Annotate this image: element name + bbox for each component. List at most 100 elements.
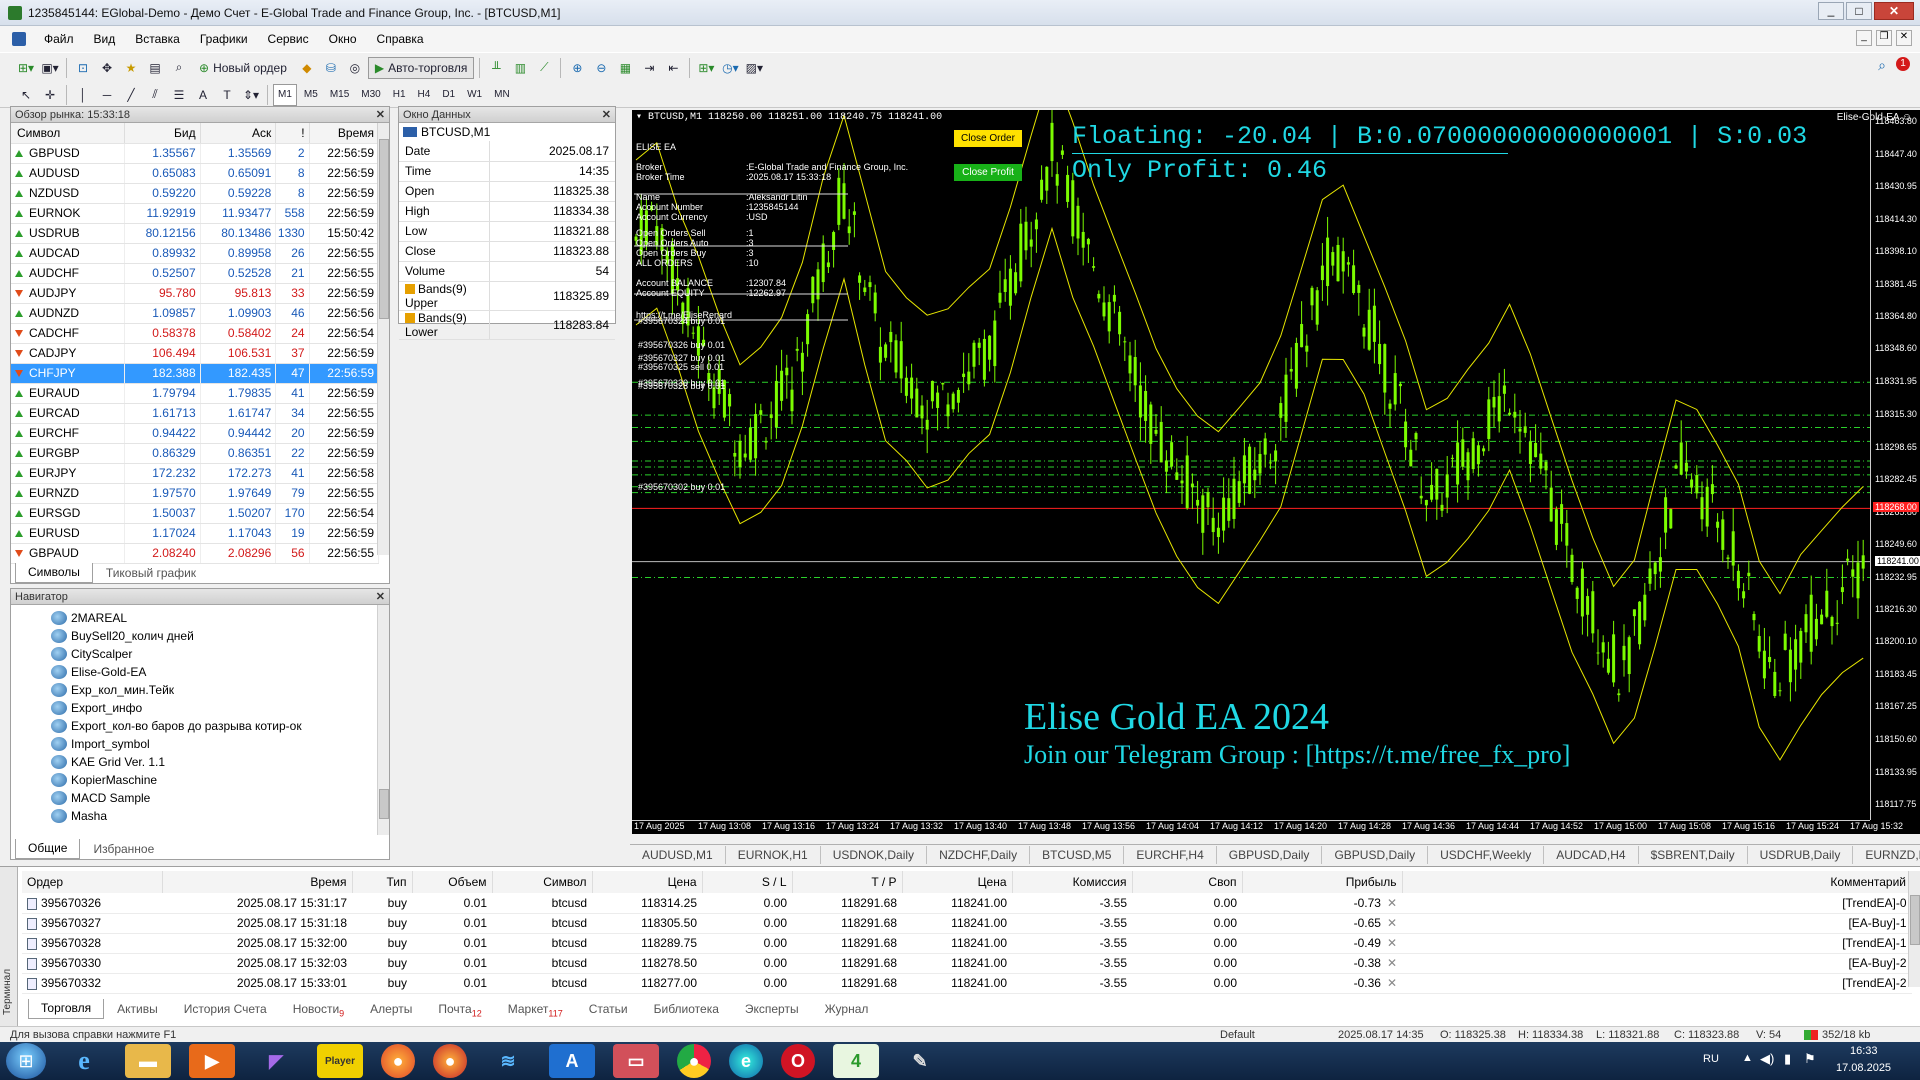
signals-icon[interactable]: ◎ bbox=[344, 57, 366, 79]
edge-icon[interactable]: e bbox=[729, 1044, 763, 1078]
terminal-tab[interactable]: Эксперты bbox=[732, 999, 812, 1019]
terminal-tab[interactable]: Почта12 bbox=[425, 999, 494, 1019]
terminal-icon[interactable]: ▤ bbox=[144, 57, 166, 79]
market-watch-row[interactable]: EURNZD 1.97570 1.97649 79 22:56:55 bbox=[11, 483, 380, 504]
market-watch-row[interactable]: EURCAD 1.61713 1.61747 34 22:56:55 bbox=[11, 403, 380, 424]
media-icon[interactable]: ▭ bbox=[613, 1044, 659, 1078]
tab-favorites[interactable]: Избранное bbox=[80, 839, 167, 859]
trade-col-header[interactable]: Ордер bbox=[22, 871, 163, 893]
market-watch-row[interactable]: USDRUB 80.12156 80.13486 1330 15:50:42 bbox=[11, 223, 380, 244]
trade-col-header[interactable]: Комиссия bbox=[1012, 871, 1133, 893]
terminal-tab[interactable]: Торговля bbox=[28, 999, 105, 1019]
trade-col-header[interactable]: Комментарий bbox=[1402, 871, 1912, 893]
time-axis[interactable]: 17 Aug 2025 17 Aug 13:08 17 Aug 13:16 17 Au… bbox=[632, 820, 1903, 834]
tester-icon[interactable]: ⌕ bbox=[168, 57, 190, 79]
tray-arrow-icon[interactable]: ▲ bbox=[1742, 1052, 1753, 1064]
navigator-item[interactable]: Masha1NTS bbox=[11, 825, 389, 827]
new-chart-icon[interactable]: ⊞▾ bbox=[15, 57, 37, 79]
nav-scrollbar[interactable] bbox=[377, 605, 389, 835]
col-bid[interactable]: Бид bbox=[124, 123, 201, 144]
volume-icon[interactable]: ◀) bbox=[1760, 1051, 1774, 1067]
terminal-tab[interactable]: Маркет117 bbox=[495, 999, 576, 1019]
trade-row[interactable]: 395670327 2025.08.17 15:31:18 buy 0.01 btcus… bbox=[22, 913, 1912, 934]
market-watch-row[interactable]: EURCHF 0.94422 0.94442 20 22:56:59 bbox=[11, 423, 380, 444]
periods-icon[interactable]: ◷▾ bbox=[719, 57, 741, 79]
close-icon[interactable]: ✕ bbox=[376, 589, 385, 605]
chart-tab[interactable]: GBPUSD,Daily bbox=[1322, 845, 1429, 864]
market-watch-row[interactable]: AUDCAD 0.89932 0.89958 26 22:56:55 bbox=[11, 243, 380, 264]
channel-icon[interactable]: ⫽ bbox=[144, 84, 166, 106]
navigator-item[interactable]: Masha bbox=[11, 807, 389, 825]
col-ask[interactable]: Аск bbox=[200, 123, 277, 144]
trade-row[interactable]: 395670326 2025.08.17 15:31:17 buy 0.01 btcus… bbox=[22, 893, 1912, 914]
navigator-icon[interactable]: ★ bbox=[120, 57, 142, 79]
market-watch-row[interactable]: EURNOK 11.92919 11.93477 558 22:56:59 bbox=[11, 203, 380, 224]
chart-tab[interactable]: AUDUSD,M1 bbox=[630, 845, 726, 864]
navigator-item[interactable]: 2MAREAL bbox=[11, 609, 389, 627]
navigator-item[interactable]: CityScalper bbox=[11, 645, 389, 663]
chart-tab[interactable]: NZDCHF,Daily bbox=[927, 845, 1031, 864]
menu-help[interactable]: Справка bbox=[377, 32, 424, 46]
chart-tab[interactable]: GBPUSD,Daily bbox=[1217, 845, 1323, 864]
navigator-item[interactable]: Export_инфо bbox=[11, 699, 389, 717]
nav-scroll-thumb[interactable] bbox=[379, 789, 389, 819]
trade-col-header[interactable]: Символ bbox=[492, 871, 593, 893]
opera-icon[interactable]: O bbox=[781, 1044, 815, 1078]
market-watch-row[interactable]: NZDUSD 0.59220 0.59228 8 22:56:59 bbox=[11, 183, 380, 204]
navigator-item[interactable]: Import_symbol bbox=[11, 735, 389, 753]
trade-col-header[interactable]: Цена bbox=[902, 871, 1013, 893]
trade-col-header[interactable]: Цена bbox=[592, 871, 703, 893]
tab-common[interactable]: Общие bbox=[15, 839, 81, 859]
market-watch-row[interactable]: EURAUD 1.79794 1.79835 41 22:56:59 bbox=[11, 383, 380, 404]
zoom-out-icon[interactable]: ⊖ bbox=[590, 57, 612, 79]
trade-col-header[interactable]: Время bbox=[162, 871, 353, 893]
col-symbol[interactable]: Символ bbox=[11, 123, 125, 144]
firefox-icon[interactable]: ● bbox=[381, 1044, 415, 1078]
trade-col-header[interactable]: Объем bbox=[412, 871, 493, 893]
close-order-button[interactable]: Close Order bbox=[954, 130, 1022, 147]
navigator-item[interactable]: Elise-Gold-EA bbox=[11, 663, 389, 681]
market-watch-row[interactable]: EURUSD 1.17024 1.17043 19 22:56:59 bbox=[11, 523, 380, 544]
mw-scrollbar[interactable] bbox=[377, 123, 389, 555]
navigator-item[interactable]: Export_кол-во баров до разрыва котир-ок bbox=[11, 717, 389, 735]
col-spread[interactable]: ! bbox=[275, 123, 310, 144]
terminal-tab[interactable]: Алерты bbox=[357, 999, 425, 1019]
close-order-icon[interactable]: ✕ bbox=[1387, 896, 1397, 910]
tf-m30[interactable]: M30 bbox=[356, 84, 385, 106]
text-label-icon[interactable]: T bbox=[216, 84, 238, 106]
market-watch-row[interactable]: EURJPY 172.232 172.273 41 22:56:58 bbox=[11, 463, 380, 484]
terminal-tab[interactable]: История Счета bbox=[171, 999, 280, 1019]
a-app-icon[interactable]: A bbox=[549, 1044, 595, 1078]
visual-studio-icon[interactable]: ◤ bbox=[253, 1044, 299, 1078]
navigator-item[interactable]: MACD Sample bbox=[11, 789, 389, 807]
zoom-in-icon[interactable]: ⊕ bbox=[566, 57, 588, 79]
media-player-icon[interactable]: ▶ bbox=[189, 1044, 235, 1078]
tf-m15[interactable]: M15 bbox=[325, 84, 354, 106]
mdi-close-button[interactable]: ✕ bbox=[1896, 30, 1912, 46]
horizontal-line-icon[interactable]: ─ bbox=[96, 84, 118, 106]
terminal-tab[interactable]: Новости9 bbox=[280, 999, 357, 1019]
navigator-item[interactable]: Exp_кол_мин.Тейк bbox=[11, 681, 389, 699]
close-order-icon[interactable]: ✕ bbox=[1387, 976, 1397, 990]
market-watch-row[interactable]: CADJPY 106.494 106.531 37 22:56:59 bbox=[11, 343, 380, 364]
market-watch-row[interactable]: CHFJPY 182.388 182.435 47 22:56:59 bbox=[11, 363, 380, 384]
crosshair-icon[interactable]: ✛ bbox=[39, 84, 61, 106]
player-icon[interactable]: Player bbox=[317, 1044, 363, 1078]
terminal-tab[interactable]: Журнал bbox=[812, 999, 882, 1019]
close-order-icon[interactable]: ✕ bbox=[1387, 936, 1397, 950]
tf-m1[interactable]: M1 bbox=[273, 83, 297, 106]
cursor-icon[interactable]: ↖ bbox=[15, 84, 37, 106]
market-watch-row[interactable]: AUDNZD 1.09857 1.09903 46 22:56:56 bbox=[11, 303, 380, 324]
menu-tools[interactable]: Сервис bbox=[268, 32, 309, 46]
tab-tick-chart[interactable]: Тиковый график bbox=[93, 563, 209, 583]
firefox-dev-icon[interactable]: ● bbox=[433, 1044, 467, 1078]
chart-window[interactable]: ▾ BTCUSD,M1 118250.00 118251.00 118240.7… bbox=[632, 110, 1920, 834]
terminal-scroll-thumb[interactable] bbox=[1910, 895, 1920, 945]
indicators-icon[interactable]: ⊞▾ bbox=[695, 57, 717, 79]
tf-h4[interactable]: H4 bbox=[413, 84, 436, 106]
menu-charts[interactable]: Графики bbox=[200, 32, 248, 46]
trade-col-header[interactable]: Тип bbox=[352, 871, 413, 893]
chart-tab[interactable]: EURNZD,H4 bbox=[1853, 846, 1920, 864]
market-watch-row[interactable]: EURSGD 1.50037 1.50207 170 22:56:54 bbox=[11, 503, 380, 524]
market-watch-row[interactable]: GBPUSD 1.35567 1.35569 2 22:56:59 bbox=[11, 143, 380, 164]
